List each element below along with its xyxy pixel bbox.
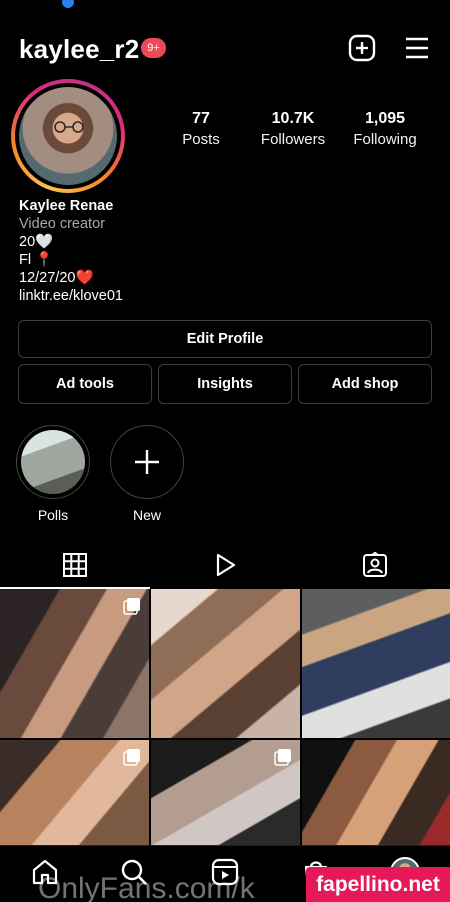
stat-following[interactable]: 1,095 Following — [330, 110, 440, 148]
tab-reels[interactable] — [150, 543, 300, 589]
post-thumbnail[interactable] — [0, 740, 149, 845]
tab-tagged[interactable] — [300, 543, 450, 589]
highlight-label: New — [132, 507, 161, 523]
bio-line: Fl 📍 — [19, 252, 54, 268]
profile-avatar-ring[interactable] — [11, 79, 125, 193]
site-watermark: fapellino.net — [306, 867, 450, 902]
multiple-posts-icon — [274, 749, 291, 766]
add-shop-button[interactable]: Add shop — [298, 364, 432, 404]
onlyfans-watermark: OnlyFans.com/k — [38, 872, 255, 902]
new-highlight-circle — [110, 425, 184, 499]
reels-icon — [216, 553, 236, 577]
highlight-label: Polls — [37, 507, 69, 523]
post-thumbnail[interactable] — [151, 740, 300, 845]
highlight-cover — [16, 425, 90, 499]
profile-header: kaylee_r2 9+ — [0, 30, 450, 70]
following-count: 1,095 — [364, 110, 406, 127]
following-label: Following — [353, 131, 417, 148]
edit-profile-button[interactable]: Edit Profile — [18, 320, 432, 358]
posts-grid — [0, 589, 450, 845]
highlight-new[interactable]: New — [110, 425, 184, 523]
post-thumbnail[interactable] — [302, 740, 450, 845]
tagged-icon — [363, 552, 387, 577]
hamburger-menu-icon[interactable] — [404, 36, 430, 60]
display-name: Kaylee Renae — [19, 198, 114, 214]
bio-line: 12/27/20❤️ — [19, 270, 94, 286]
category-label: Video creator — [19, 216, 105, 232]
post-thumbnail[interactable] — [151, 589, 300, 738]
tab-posts-grid[interactable] — [0, 543, 150, 589]
multiple-posts-icon — [123, 598, 140, 615]
bio-line: 20🤍 — [19, 234, 54, 250]
avatar-glasses-icon — [54, 121, 84, 133]
plus-square-icon[interactable] — [348, 34, 376, 62]
insights-button[interactable]: Insights — [158, 364, 292, 404]
bio-link[interactable]: linktr.ee/klove01 — [19, 287, 319, 305]
status-bar — [0, 0, 450, 14]
plus-icon — [135, 450, 159, 474]
multiple-posts-icon — [123, 749, 140, 766]
highlight-polls[interactable]: Polls — [16, 425, 90, 523]
username[interactable]: kaylee_r2 — [19, 34, 139, 65]
content-tabs — [0, 543, 450, 589]
ad-tools-button[interactable]: Ad tools — [18, 364, 152, 404]
status-indicator-icon — [62, 0, 74, 8]
profile-bio: Kaylee Renae Video creator 20🤍 Fl 📍 12/2… — [19, 197, 319, 305]
post-thumbnail[interactable] — [302, 589, 450, 738]
post-thumbnail[interactable] — [0, 589, 149, 738]
grid-icon — [63, 553, 87, 577]
notification-badge[interactable]: 9+ — [141, 38, 166, 58]
avatar — [19, 87, 117, 185]
